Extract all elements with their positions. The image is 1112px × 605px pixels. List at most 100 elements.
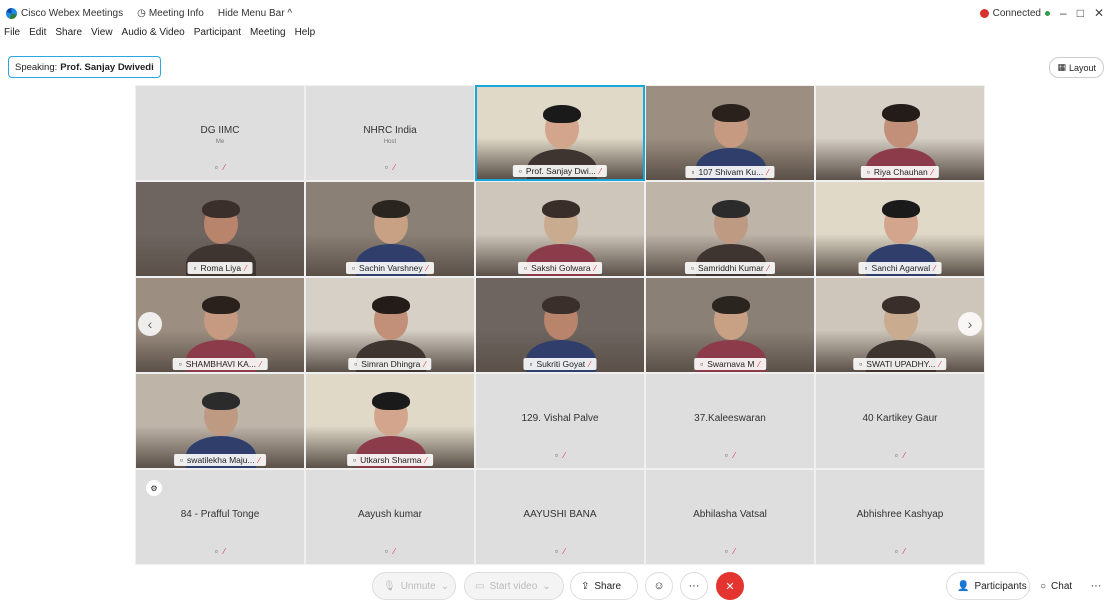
- start-video-button[interactable]: ▭ Start video ⌄: [464, 572, 564, 600]
- participant-tile[interactable]: DG IIMC Me ▫ ⁄: [135, 85, 305, 181]
- participant-hair: [202, 200, 240, 218]
- participant-tile[interactable]: 84 - Prafful Tonge ▫ ⁄ ⚙: [135, 469, 305, 565]
- meeting-info-button[interactable]: ◷ Meeting Info: [137, 8, 204, 19]
- close-button[interactable]: ✕: [1094, 6, 1104, 20]
- participant-tile[interactable]: ▫ Simran Dhingra ⁄: [305, 277, 475, 373]
- device-icon: ▫: [353, 455, 357, 465]
- participant-tile[interactable]: Aayush kumar ▫ ⁄: [305, 469, 475, 565]
- webex-logo-icon: [6, 7, 17, 19]
- share-button[interactable]: ⇪ Share: [570, 572, 638, 600]
- participant-name-label: ▫ Sukriti Goyat ⁄: [523, 358, 597, 370]
- reactions-button[interactable]: ☺: [645, 572, 673, 600]
- mic-muted-icon: ⁄: [733, 547, 736, 556]
- mic-muted-icon: ⁄: [425, 455, 427, 465]
- app-title: Cisco Webex Meetings: [0, 7, 123, 19]
- participant-tile[interactable]: ▫ Sachin Varshney ⁄: [305, 181, 475, 277]
- participant-tile[interactable]: AAYUSHI BANA ▫ ⁄: [475, 469, 645, 565]
- device-icon: ▫: [214, 547, 218, 556]
- device-icon: ▫: [352, 263, 356, 273]
- participant-tile[interactable]: ▫ Utkarsh Sharma ⁄: [305, 373, 475, 469]
- minimize-button[interactable]: –: [1060, 6, 1067, 20]
- participant-tile[interactable]: Abhilasha Vatsal ▫ ⁄: [645, 469, 815, 565]
- hide-menu-bar-button[interactable]: Hide Menu Bar ^: [218, 8, 292, 19]
- participant-name: Abhilasha Vatsal: [693, 509, 767, 521]
- connection-label: Connected: [992, 7, 1041, 19]
- mic-muted-icon: ⁄: [934, 263, 936, 273]
- device-icon: ▫: [384, 163, 388, 172]
- chevron-down-icon[interactable]: ⌄: [542, 581, 550, 592]
- speaking-indicator: Speaking: Prof. Sanjay Dwivedi: [8, 56, 161, 78]
- mic-muted-icon: ⁄: [258, 455, 260, 465]
- participant-name: Swarnava M: [707, 359, 755, 369]
- participant-status-icons: ▫ ⁄: [646, 451, 814, 460]
- participant-tile[interactable]: 40 Kartikey Gaur ▫ ⁄: [815, 373, 985, 469]
- menu-share[interactable]: Share: [55, 27, 82, 45]
- participant-name: NHRC India: [363, 125, 417, 137]
- participant-name-label: ▫ Sakshi Golwara ⁄: [518, 262, 602, 274]
- participant-name: 84 - Prafful Tonge: [180, 509, 260, 521]
- participant-tile[interactable]: ▫ Samriddhi Kumar ⁄: [645, 181, 815, 277]
- participant-hair: [372, 392, 410, 410]
- settings-icon[interactable]: ⚙: [146, 480, 162, 496]
- participant-name: Sachin Varshney: [359, 263, 423, 273]
- device-icon: ▫: [894, 547, 898, 556]
- participant-name: 40 Kartikey Gaur: [862, 413, 938, 425]
- participant-hair: [712, 104, 750, 122]
- layout-button[interactable]: ▦ Layout: [1049, 57, 1104, 78]
- participant-tile[interactable]: ▫ Sakshi Golwara ⁄: [475, 181, 645, 277]
- mic-muted-icon: ⁄: [563, 451, 566, 460]
- prev-page-button[interactable]: ‹: [138, 312, 162, 336]
- connection-icon: [979, 8, 989, 18]
- participant-status-icons: ▫ ⁄: [816, 547, 984, 556]
- mic-muted-icon: ⁄: [733, 451, 736, 460]
- participant-tile[interactable]: ▫ swatilekha Maju... ⁄: [135, 373, 305, 469]
- participant-tile[interactable]: ▫ Roma Liya ⁄: [135, 181, 305, 277]
- clock-icon: ◷: [137, 7, 146, 19]
- menu-participant[interactable]: Participant: [194, 27, 241, 45]
- participant-hair: [712, 296, 750, 314]
- more-icon: ···: [1090, 580, 1102, 592]
- maximize-button[interactable]: □: [1077, 6, 1084, 20]
- end-call-button[interactable]: ✕: [716, 572, 744, 600]
- device-icon: ▫: [529, 359, 533, 369]
- chat-button[interactable]: ○ Chat: [1030, 572, 1082, 600]
- chevron-down-icon[interactable]: ⌄: [441, 581, 449, 592]
- participants-button[interactable]: 👤 Participants: [946, 572, 1030, 600]
- device-icon: ▫: [518, 166, 522, 176]
- next-page-button[interactable]: ›: [958, 312, 982, 336]
- participant-tile[interactable]: ▫ Sanchi Agarwal ⁄: [815, 181, 985, 277]
- unmute-button[interactable]: 🎙 Unmute ⌄: [372, 572, 456, 600]
- device-icon: ▫: [214, 163, 218, 172]
- participant-tile[interactable]: ▫ Swarnava M ⁄: [645, 277, 815, 373]
- participant-tile[interactable]: ▫ 107 Shivam Ku... ⁄: [645, 85, 815, 181]
- chat-icon: ○: [1040, 580, 1047, 592]
- connection-status[interactable]: Connected: [979, 7, 1050, 19]
- participant-tile[interactable]: Abhishree Kashyap ▫ ⁄: [815, 469, 985, 565]
- device-icon: ▫: [178, 359, 182, 369]
- menu-help[interactable]: Help: [295, 27, 316, 45]
- participant-tile[interactable]: ▫ Prof. Sanjay Dwi... ⁄: [475, 85, 645, 181]
- mic-muted-icon: ⁄: [767, 167, 769, 177]
- panel-more-button[interactable]: ···: [1082, 572, 1110, 600]
- participant-tile[interactable]: ▫ Sukriti Goyat ⁄: [475, 277, 645, 373]
- menu-meeting[interactable]: Meeting: [250, 27, 286, 45]
- menu-edit[interactable]: Edit: [29, 27, 46, 45]
- video-icon: ▭: [475, 580, 485, 592]
- participant-hair: [882, 296, 920, 314]
- speaking-name: Prof. Sanjay Dwivedi: [60, 61, 154, 73]
- participant-name: Simran Dhingra: [361, 359, 421, 369]
- participant-status-icons: ▫ ⁄: [646, 547, 814, 556]
- participant-status-icons: ▫ ⁄: [816, 451, 984, 460]
- menu-audio-video[interactable]: Audio & Video: [122, 27, 185, 45]
- participant-tile[interactable]: ▫ Riya Chauhan ⁄: [815, 85, 985, 181]
- participant-tile[interactable]: 37.Kaleeswaran ▫ ⁄: [645, 373, 815, 469]
- menu-view[interactable]: View: [91, 27, 113, 45]
- participant-tile[interactable]: 129. Vishal Palve ▫ ⁄: [475, 373, 645, 469]
- menu-file[interactable]: File: [4, 27, 20, 45]
- participant-status-icons: ▫ ⁄: [306, 547, 474, 556]
- participant-hair: [372, 296, 410, 314]
- participant-tile[interactable]: NHRC India Host ▫ ⁄: [305, 85, 475, 181]
- participant-hair: [712, 200, 750, 218]
- more-options-button[interactable]: ···: [680, 572, 708, 600]
- grid-icon: ▦: [1057, 62, 1066, 72]
